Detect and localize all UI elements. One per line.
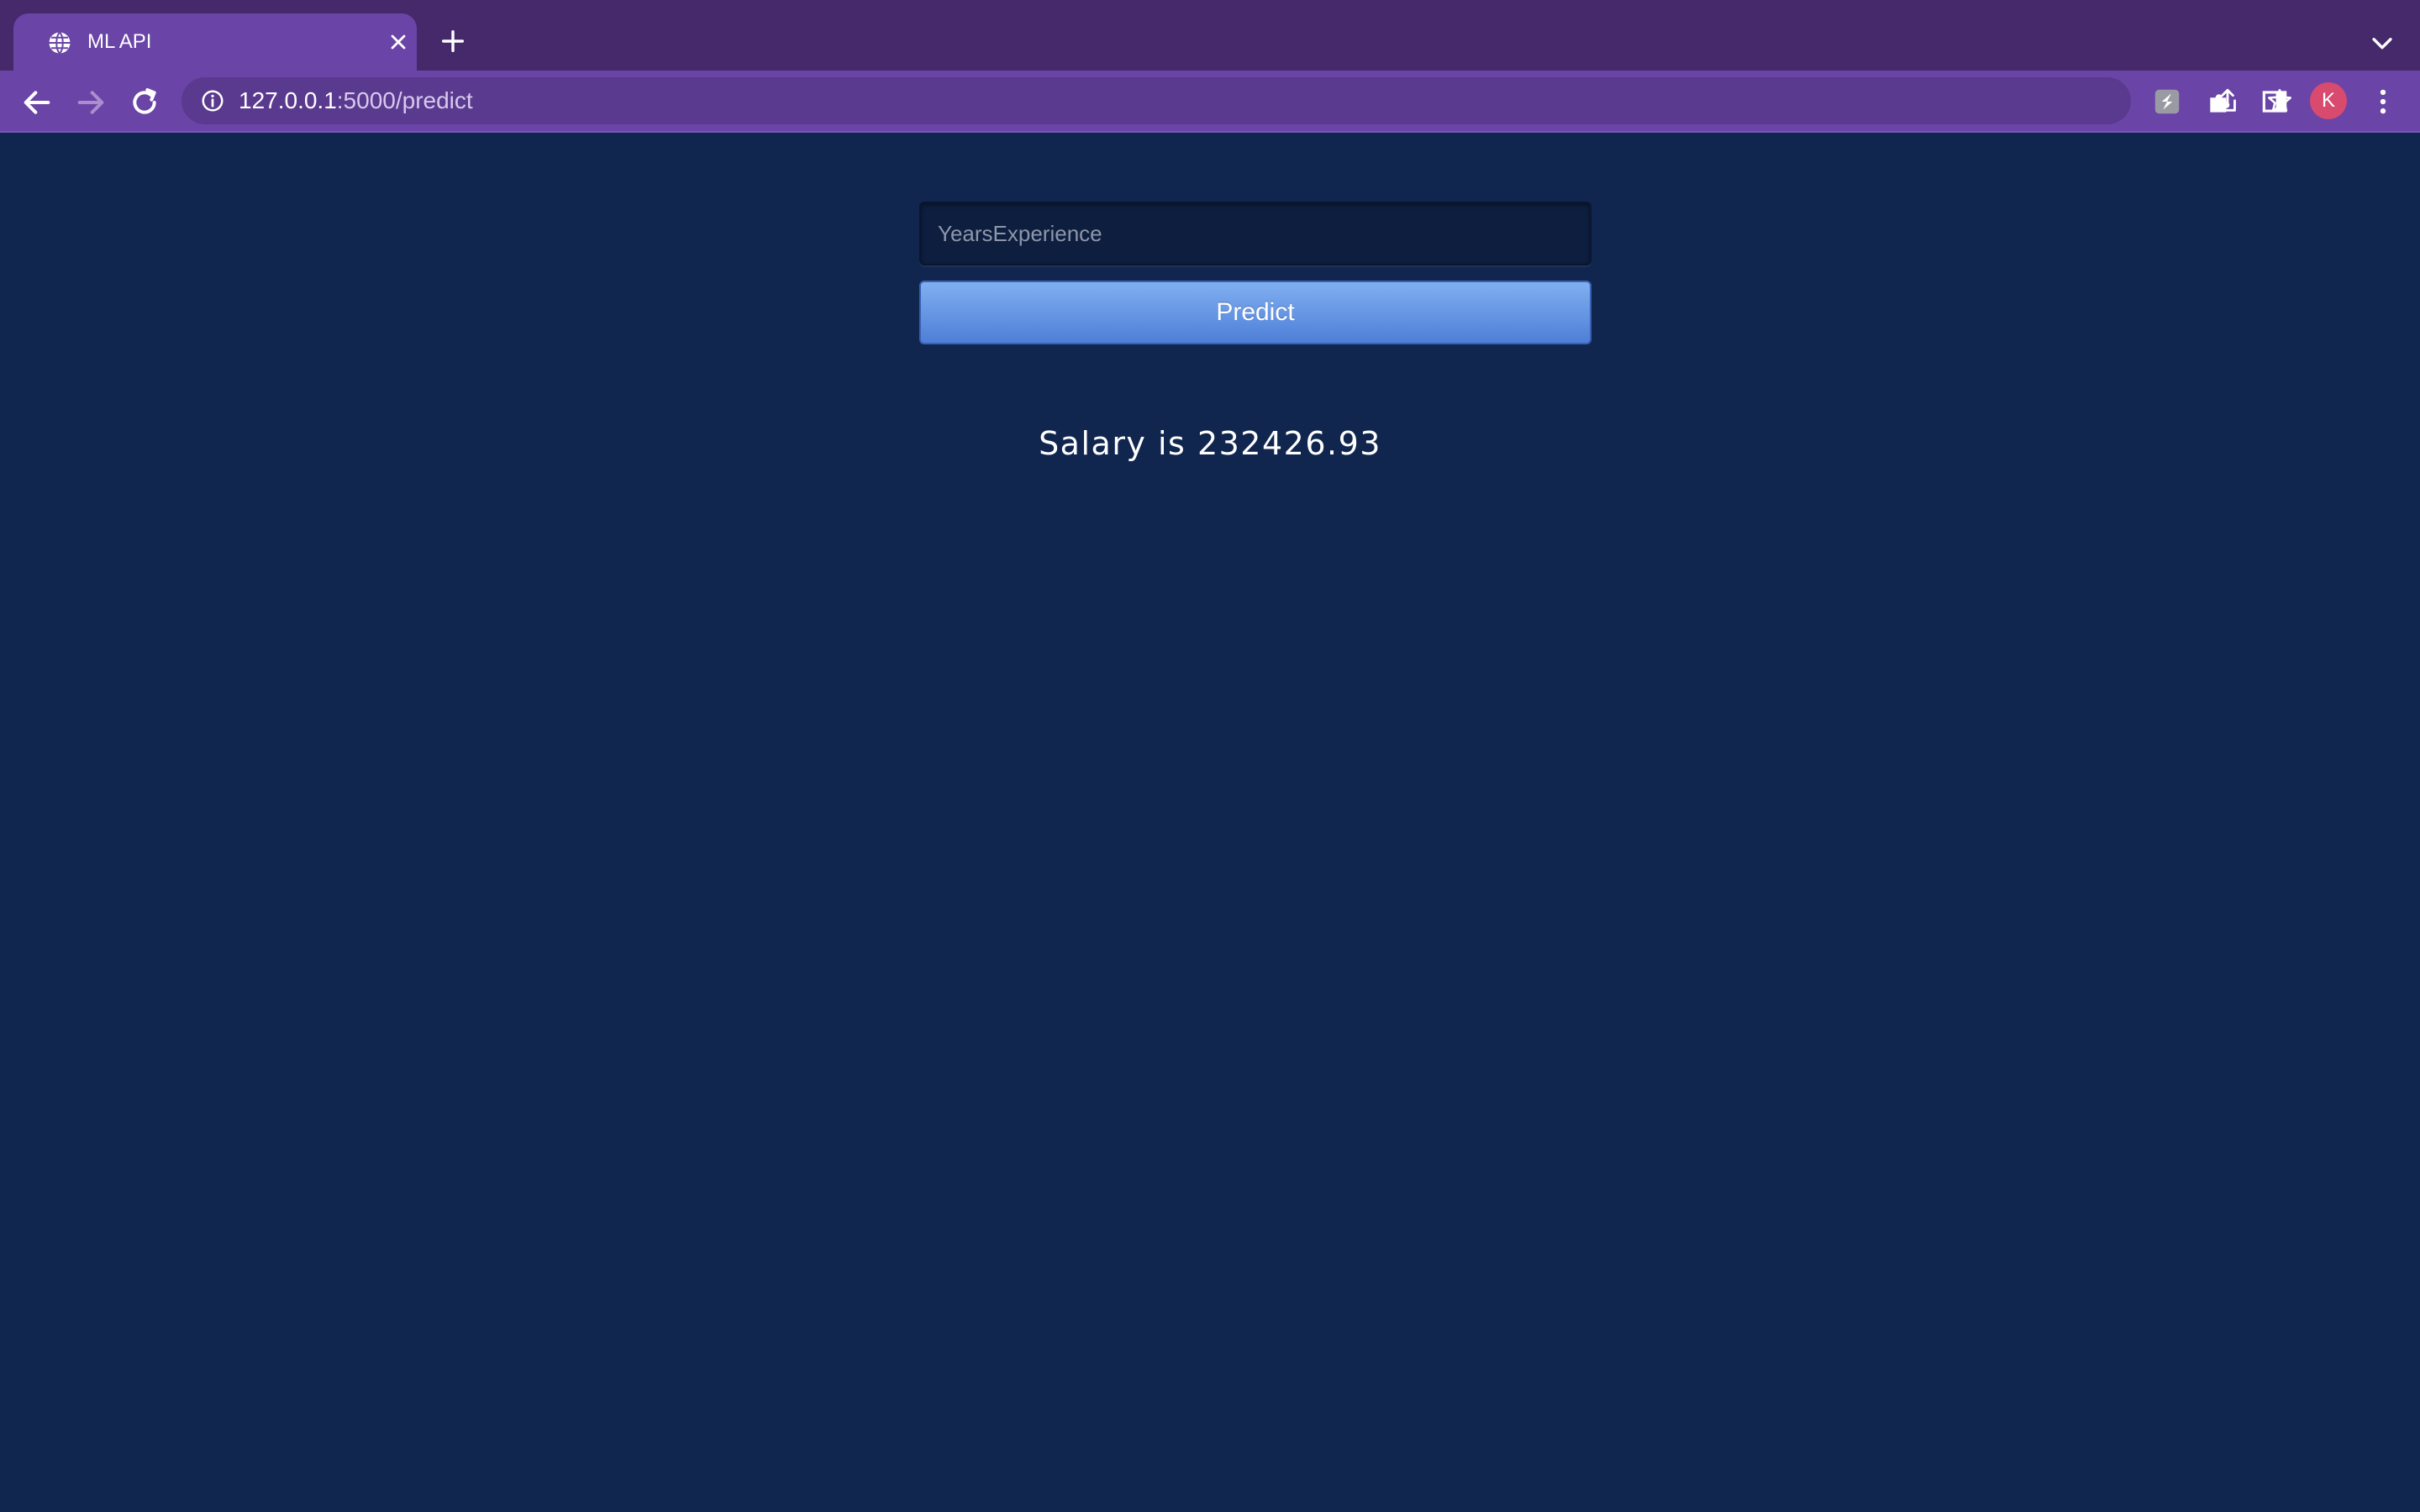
- url-path: :5000/predict: [336, 87, 473, 113]
- reload-icon[interactable]: [128, 86, 161, 119]
- close-icon[interactable]: [387, 30, 410, 54]
- tab-title: ML API: [87, 30, 152, 53]
- extension-icon[interactable]: [2151, 86, 2183, 118]
- tab-ml-api[interactable]: ML API: [13, 13, 417, 71]
- kebab-menu-icon[interactable]: [2367, 86, 2399, 118]
- arrow-right-icon[interactable]: [74, 86, 108, 119]
- avatar[interactable]: K: [2310, 82, 2347, 119]
- chevron-down-icon[interactable]: [2368, 29, 2396, 57]
- info-icon[interactable]: [200, 88, 225, 113]
- url-host: 127.0.0.1: [239, 87, 337, 113]
- page-viewport: Predict Salary is 232426.93: [0, 133, 2420, 1512]
- arrow-left-icon[interactable]: [20, 86, 54, 119]
- years-experience-input[interactable]: [919, 202, 1591, 265]
- prediction-result: Salary is 232426.93: [1039, 425, 1381, 462]
- plus-icon[interactable]: [439, 27, 467, 55]
- tab-strip: ML API: [0, 0, 2420, 71]
- side-panel-icon[interactable]: [2259, 86, 2291, 118]
- predict-form: Predict: [919, 202, 1591, 344]
- url-text: 127.0.0.1:5000/predict: [239, 87, 473, 115]
- address-bar[interactable]: 127.0.0.1:5000/predict: [182, 77, 2292, 124]
- globe-icon: [49, 31, 71, 55]
- puzzle-icon[interactable]: [2205, 86, 2237, 118]
- predict-button[interactable]: Predict: [919, 281, 1591, 344]
